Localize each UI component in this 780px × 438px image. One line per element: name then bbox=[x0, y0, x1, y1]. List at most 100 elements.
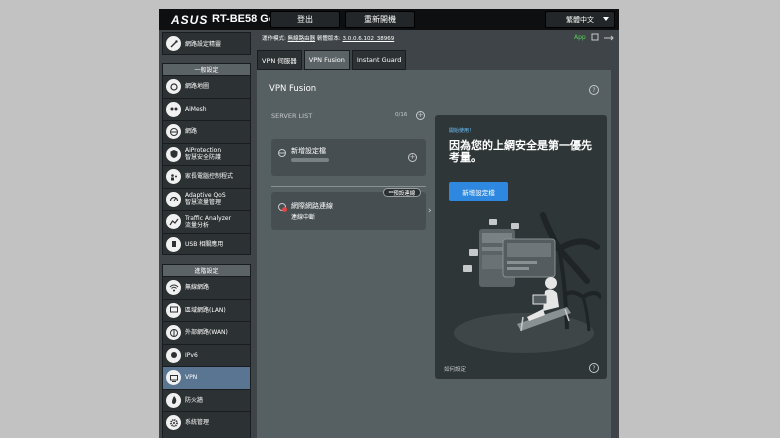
sidebar-item-label: 系統管理 bbox=[185, 419, 210, 427]
wifi-icon bbox=[166, 280, 181, 296]
internet-connection-card[interactable]: 網際網路連線 連線中斷 › bbox=[271, 192, 432, 230]
chart-icon bbox=[166, 214, 181, 230]
sidebar-item-label: 網路 bbox=[185, 128, 198, 136]
sidebar-item-firewall[interactable]: 防火牆 bbox=[163, 388, 250, 412]
sidebar-item-label: Traffic Analyzer bbox=[185, 214, 232, 222]
placeholder-bar bbox=[291, 158, 329, 162]
opmode-link[interactable]: 無線路由器 bbox=[288, 36, 316, 42]
globe-icon bbox=[278, 149, 286, 157]
top-bar: ASUS RT-BE58 Go 登出 重新開機 繁體中文 bbox=[159, 9, 619, 30]
language-select[interactable]: 繁體中文 bbox=[545, 11, 615, 28]
sidebar-item-network-map[interactable]: 網路地圖 bbox=[163, 75, 250, 98]
sidebar-item-label: VPN bbox=[185, 374, 198, 382]
sidebar-item-label: 網路地圖 bbox=[185, 83, 210, 91]
default-connection-badge: ⚯ 預設連線 bbox=[383, 188, 421, 197]
sidebar-item-admin[interactable]: 系統管理 bbox=[163, 411, 250, 434]
sidebar-item-label: AiMesh bbox=[185, 105, 207, 113]
server-list-label: SERVER LIST bbox=[271, 112, 313, 120]
asus-logo: ASUS bbox=[171, 13, 209, 27]
sidebar-item-qos[interactable]: Adaptive QoS 智慧流量管理 bbox=[163, 187, 250, 211]
tab-vpn-server[interactable]: VPN 伺服器 bbox=[257, 50, 302, 70]
tab-vpn-fusion[interactable]: VPN Fusion bbox=[303, 50, 350, 70]
ipv6-icon bbox=[166, 347, 181, 363]
vpn-illustration bbox=[454, 212, 601, 353]
lan-icon bbox=[166, 302, 181, 318]
mesh-icon bbox=[166, 101, 181, 117]
sidebar-item-sublabel: 流量分析 bbox=[185, 221, 210, 229]
sidebar-item-label: IPv6 bbox=[185, 351, 198, 359]
sidebar-item-lan[interactable]: 區域網路(LAN) bbox=[163, 298, 250, 322]
connection-status: 連線中斷 bbox=[291, 214, 316, 221]
promo-subtitle: 開始使用！ bbox=[449, 128, 475, 134]
disconnected-globe-icon bbox=[278, 203, 287, 212]
sidebar-item-sublabel: 智慧流量管理 bbox=[185, 199, 222, 207]
sidebar-item-aimesh[interactable]: AiMesh bbox=[163, 97, 250, 121]
app-link[interactable]: App bbox=[574, 34, 586, 41]
app-label: App bbox=[574, 34, 586, 41]
sidebar-item-ipv6[interactable]: IPv6 bbox=[163, 343, 250, 367]
advanced-header: 進階設定 bbox=[163, 265, 250, 276]
firmware-label: 韌體版本: bbox=[316, 36, 341, 42]
sidebar-item-label: 區域網路(LAN) bbox=[185, 306, 226, 314]
language-value: 繁體中文 bbox=[566, 15, 594, 24]
help-icon[interactable]: ? bbox=[589, 85, 599, 95]
map-icon bbox=[166, 79, 181, 95]
vpn-icon bbox=[166, 370, 181, 386]
fire-icon bbox=[166, 392, 181, 408]
gear-icon bbox=[166, 415, 181, 431]
sidebar-item-parental[interactable]: 家長電腦控制程式 bbox=[163, 165, 250, 188]
usb-icon bbox=[166, 236, 181, 252]
advanced-section: 進階設定 無線網路 區域網路(LAN) 外部網路(WAN) IPv6 VPN 防… bbox=[162, 264, 251, 438]
sidebar-item-sublabel: 智慧安全防護 bbox=[185, 154, 222, 162]
add-server-button[interactable]: + bbox=[416, 111, 425, 120]
status-line: 運作模式: 無線路由器 韌體版本: 3.0.0.6.102_38969 bbox=[262, 34, 394, 42]
page-title: VPN Fusion bbox=[269, 84, 317, 94]
sidebar-item-usb[interactable]: USB 相關應用 bbox=[163, 232, 250, 256]
tab-instant-guard[interactable]: Instant Guard bbox=[351, 50, 407, 70]
sidebar-item-aiprotection[interactable]: AiProtection 智慧安全防護 bbox=[163, 142, 250, 166]
quick-setup-label: 網路設定精靈 bbox=[185, 41, 222, 48]
help-icon[interactable]: ? bbox=[589, 363, 599, 373]
chevron-right-icon[interactable]: › bbox=[428, 206, 432, 216]
badge-label: 預設連線 bbox=[393, 190, 416, 197]
reboot-button[interactable]: 重新開機 bbox=[345, 11, 415, 28]
globe-icon bbox=[166, 124, 181, 140]
chevron-down-icon bbox=[603, 17, 609, 21]
router-admin-window: ASUS RT-BE58 Go 登出 重新開機 繁體中文 網路設定精靈 一般設定… bbox=[159, 9, 619, 438]
sidebar-item-label: 無線網路 bbox=[185, 284, 210, 292]
server-count: 0/16 bbox=[395, 112, 408, 118]
connection-name: 網際網路連線 bbox=[291, 202, 333, 210]
sidebar-item-network[interactable]: 網路 bbox=[163, 120, 250, 143]
family-icon bbox=[166, 169, 181, 185]
shield-icon bbox=[166, 146, 181, 162]
sidebar-item-wan[interactable]: 外部網路(WAN) bbox=[163, 321, 250, 344]
sidebar-item-wireless[interactable]: 無線網路 bbox=[163, 276, 250, 299]
new-profile-label: 新增設定檔 bbox=[291, 147, 326, 155]
sidebar-item-label: 防火牆 bbox=[185, 396, 204, 404]
how-to-link[interactable]: 如何設定 bbox=[444, 365, 466, 373]
add-profile-icon[interactable]: + bbox=[408, 153, 417, 162]
sidebar-item-traffic[interactable]: Traffic Analyzer 流量分析 bbox=[163, 210, 250, 233]
sidebar-item-label: USB 相關應用 bbox=[185, 240, 224, 248]
wand-icon bbox=[166, 36, 181, 51]
opmode-label: 運作模式: bbox=[262, 36, 286, 42]
sidebar-item-label: 外部網路(WAN) bbox=[185, 329, 228, 337]
general-header: 一般設定 bbox=[163, 64, 250, 75]
model-name: RT-BE58 Go bbox=[212, 13, 276, 25]
status-icons bbox=[591, 33, 614, 41]
promo-title: 因為您的上網安全是第一優先考量。 bbox=[449, 139, 592, 164]
sidebar-item-vpn[interactable]: VPN bbox=[163, 366, 250, 389]
general-section: 一般設定 網路地圖 AiMesh 網路 AiProtection 智慧安全防護 家… bbox=[162, 63, 251, 255]
logout-button[interactable]: 登出 bbox=[270, 11, 340, 28]
vpn-fusion-panel: VPN Fusion ? SERVER LIST 0/16 + 新增設定檔 + … bbox=[257, 70, 611, 438]
getting-started-card: 開始使用！ 因為您的上網安全是第一優先考量。 新增設定檔 如何設定 ? bbox=[435, 115, 607, 379]
tab-bar: VPN 伺服器 VPN Fusion Instant Guard bbox=[257, 50, 407, 70]
divider bbox=[271, 186, 426, 187]
quick-setup-button[interactable]: 網路設定精靈 bbox=[162, 32, 251, 55]
gauge-icon bbox=[166, 191, 181, 207]
new-profile-card[interactable]: 新增設定檔 + bbox=[271, 139, 426, 176]
globe-icon bbox=[166, 325, 181, 341]
firmware-link[interactable]: 3.0.0.6.102_38969 bbox=[342, 36, 394, 42]
new-profile-button[interactable]: 新增設定檔 bbox=[449, 182, 508, 201]
sidebar-item-label: 家長電腦控制程式 bbox=[185, 173, 234, 181]
